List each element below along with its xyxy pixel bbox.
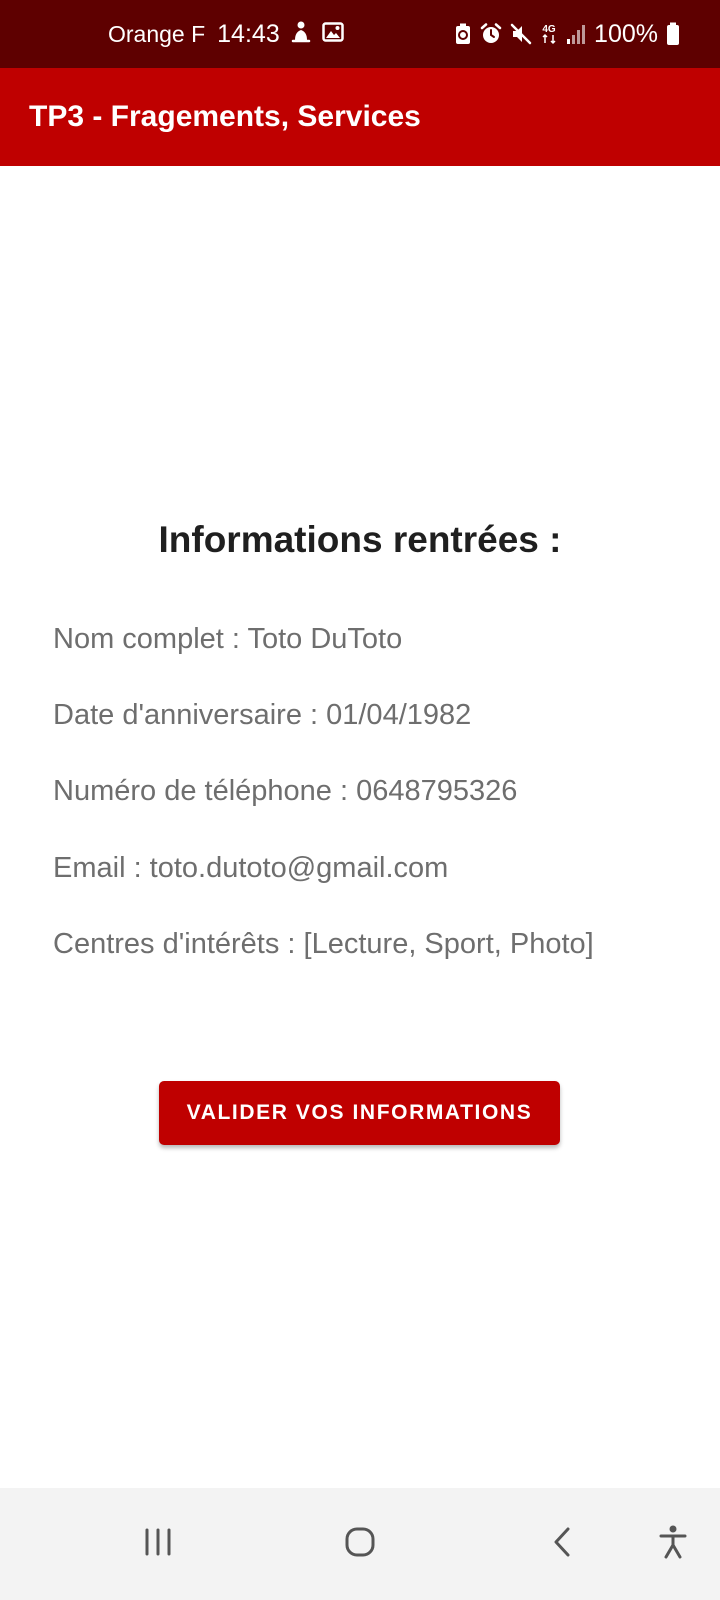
back-button[interactable]: [534, 1516, 590, 1572]
status-right: 4G 100%: [454, 0, 680, 68]
accessibility-icon: [658, 1524, 688, 1565]
notification-icon: [290, 20, 312, 49]
accessibility-button[interactable]: [645, 1516, 701, 1572]
birthday-text: Date d'anniversaire : 01/04/1982: [53, 699, 472, 731]
network-4g-icon: 4G: [540, 23, 558, 45]
mute-icon: [510, 23, 532, 45]
main-content: Informations rentrées : Nom complet : To…: [0, 166, 720, 1488]
full-name-text: Nom complet : Toto DuToto: [53, 623, 403, 655]
clock: 14:43: [217, 19, 280, 48]
battery-percentage: 100%: [594, 19, 658, 48]
status-bar: Orange F 14:43 4G 100%: [0, 0, 720, 68]
interests-text: Centres d'intérêts : [Lecture, Sport, Ph…: [53, 928, 594, 960]
navigation-bar: [0, 1488, 720, 1600]
gallery-icon: [321, 21, 344, 47]
info-heading: Informations rentrées :: [158, 519, 562, 560]
app-title: TP3 - Fragements, Services: [29, 100, 421, 133]
alarm-icon: [480, 23, 502, 45]
app-bar: TP3 - Fragements, Services: [0, 68, 720, 166]
battery-icon: [666, 22, 680, 46]
phone-number-text: Numéro de téléphone : 0648795326: [53, 775, 518, 807]
home-button[interactable]: [332, 1516, 388, 1572]
carrier-name: Orange F: [108, 20, 206, 47]
recent-apps-button[interactable]: [130, 1516, 186, 1572]
validate-info-button[interactable]: VALIDER VOS INFORMATIONS: [159, 1081, 560, 1145]
battery-saver-icon: [454, 23, 472, 45]
status-left: Orange F 14:43: [108, 0, 344, 68]
svg-text:4G: 4G: [542, 24, 556, 35]
home-icon: [344, 1526, 376, 1563]
signal-icon: [566, 23, 586, 45]
recent-apps-icon: [143, 1528, 173, 1561]
email-text: Email : toto.dutoto@gmail.com: [53, 852, 449, 884]
back-icon: [551, 1526, 573, 1563]
